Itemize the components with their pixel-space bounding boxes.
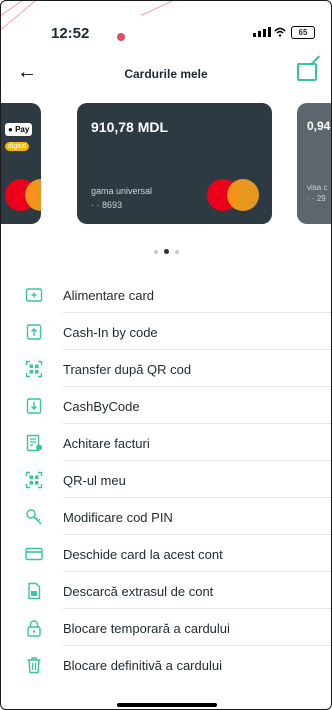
menu-item-label: Transfer după QR cod — [63, 362, 192, 377]
mastercard-logo-icon — [207, 179, 259, 211]
card-name: visa c — [307, 183, 328, 192]
signal-icon — [253, 27, 271, 37]
pagination-dot-active[interactable] — [163, 249, 169, 255]
menu-item-blocare-definitiva[interactable]: Blocare definitivă a cardului — [1, 646, 331, 683]
menu-item-modificare-pin[interactable]: Modificare cod PIN — [1, 498, 331, 535]
menu-item-label: Cash-In by code — [63, 325, 158, 340]
open-card-icon — [25, 547, 43, 561]
menu-item-label: Alimentare card — [63, 288, 155, 303]
card-next[interactable]: 0,94 visa c · · 29 — [297, 103, 331, 224]
lock-icon — [27, 620, 41, 637]
carousel-pagination — [1, 243, 331, 261]
cards-carousel[interactable]: ● Pay digital 910,78 MDL gama universal … — [1, 103, 331, 227]
page-title: Cardurile mele — [124, 67, 208, 81]
menu-item-descarca-extras[interactable]: Descarcă extrasul de cont — [1, 572, 331, 609]
menu-item-label: Blocare temporară a cardului — [63, 621, 230, 636]
qr-icon — [25, 471, 43, 489]
menu-item-label: Blocare definitivă a cardului — [63, 658, 222, 673]
menu-item-transfer-qr[interactable]: Transfer după QR cod — [1, 350, 331, 387]
menu-item-label: Modificare cod PIN — [63, 510, 173, 525]
status-bar: 12:52 65 — [1, 1, 331, 61]
card-name: gama universal — [91, 186, 153, 196]
apple-pay-badge: ● Pay — [5, 123, 33, 136]
menu-item-alimentare-card[interactable]: Alimentare card — [1, 276, 331, 313]
pay-label: Pay — [15, 125, 30, 134]
menu-item-label: Achitare facturi — [63, 436, 150, 451]
pagination-dot[interactable] — [153, 249, 158, 254]
menu-item-label: QR-ul meu — [63, 473, 126, 488]
menu-item-label: Deschide card la acest cont — [63, 547, 223, 562]
home-indicator — [117, 703, 217, 707]
invoice-icon — [26, 434, 42, 452]
menu-item-blocare-temporara[interactable]: Blocare temporară a cardului — [1, 609, 331, 646]
card-previous[interactable]: ● Pay digital — [1, 103, 41, 224]
pagination-dot[interactable] — [174, 249, 179, 254]
card-current[interactable]: 910,78 MDL gama universal · · 8693 — [77, 103, 272, 224]
card-number: · · 8693 — [91, 200, 123, 210]
recording-dot — [117, 33, 125, 41]
menu-item-label: CashByCode — [63, 399, 140, 414]
menu-item-qr-ul-meu[interactable]: QR-ul meu — [1, 461, 331, 498]
card-balance: 910,78 MDL — [91, 119, 169, 135]
mastercard-logo-icon — [5, 179, 41, 211]
cash-by-code-icon — [26, 398, 42, 414]
card-balance: 0,94 — [307, 119, 331, 133]
edit-icon[interactable] — [297, 63, 317, 81]
status-time: 12:52 — [51, 25, 90, 42]
menu-item-label: Descarcă extrasul de cont — [63, 584, 214, 599]
download-statement-icon — [28, 582, 41, 600]
menu-item-achitare-facturi[interactable]: Achitare facturi — [1, 424, 331, 461]
trash-icon — [27, 657, 41, 674]
navigation-bar: ← Cardurile mele — [1, 59, 331, 89]
qr-transfer-icon — [25, 360, 43, 378]
card-number: · · 29 — [307, 194, 326, 203]
digital-badge: digital — [5, 142, 30, 151]
menu-item-cash-in-by-code[interactable]: Cash-In by code — [1, 313, 331, 350]
menu-item-cashbycode[interactable]: CashByCode — [1, 387, 331, 424]
battery-icon: 65 — [291, 26, 315, 39]
topup-card-icon — [25, 288, 43, 302]
cash-in-icon — [26, 324, 42, 340]
phone-frame: 12:52 65 ← Cardurile mele ● Pay digital … — [0, 0, 332, 710]
menu-item-deschide-card[interactable]: Deschide card la acest cont — [1, 535, 331, 572]
wifi-icon — [274, 27, 286, 37]
key-icon — [26, 509, 42, 525]
